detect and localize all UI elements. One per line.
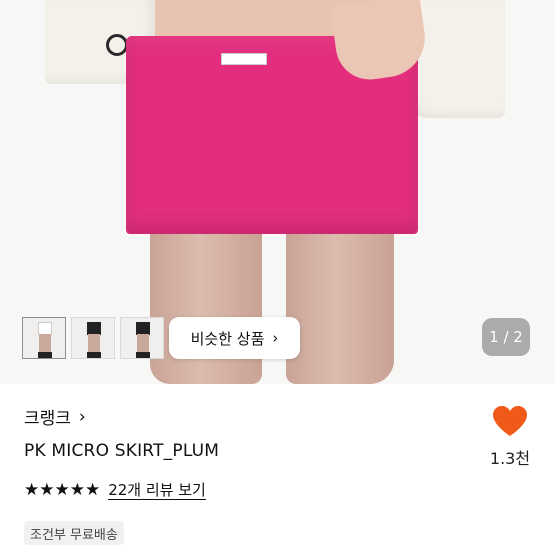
thumbnail-1[interactable] xyxy=(22,317,66,359)
thumbnail-3[interactable] xyxy=(120,317,164,359)
star-rating: ★★★★★ xyxy=(24,480,101,500)
chevron-right-icon: › xyxy=(78,406,86,427)
similar-products-button[interactable]: 비슷한 상품 › xyxy=(169,317,300,359)
like-count: 1.3천 xyxy=(489,449,531,468)
brand-link[interactable]: 크랭크 › xyxy=(24,404,86,430)
heart-icon xyxy=(493,406,527,436)
review-link[interactable]: 22개 리뷰 보기 xyxy=(108,481,206,500)
chevron-right-icon: › xyxy=(272,329,279,347)
image-pager: 1 / 2 xyxy=(482,318,530,356)
rating-row: ★★★★★ 22개 리뷰 보기 xyxy=(24,481,206,500)
model-leg-right xyxy=(286,232,394,384)
skirt-brand-label xyxy=(221,53,267,65)
product-title: PK MICRO SKIRT_PLUM xyxy=(24,441,220,461)
product-image[interactable]: 비슷한 상품 › 1 / 2 xyxy=(0,0,555,384)
thumbnail-2[interactable] xyxy=(71,317,115,359)
brand-name: 크랭크 xyxy=(24,409,71,429)
like-button[interactable]: 1.3천 xyxy=(486,405,534,469)
model-leg-left xyxy=(150,232,262,384)
thumbnail-strip xyxy=(22,317,164,359)
jacket-ring xyxy=(106,34,128,56)
similar-products-label: 비슷한 상품 xyxy=(190,329,265,348)
shipping-badge: 조건부 무료배송 xyxy=(24,521,124,545)
